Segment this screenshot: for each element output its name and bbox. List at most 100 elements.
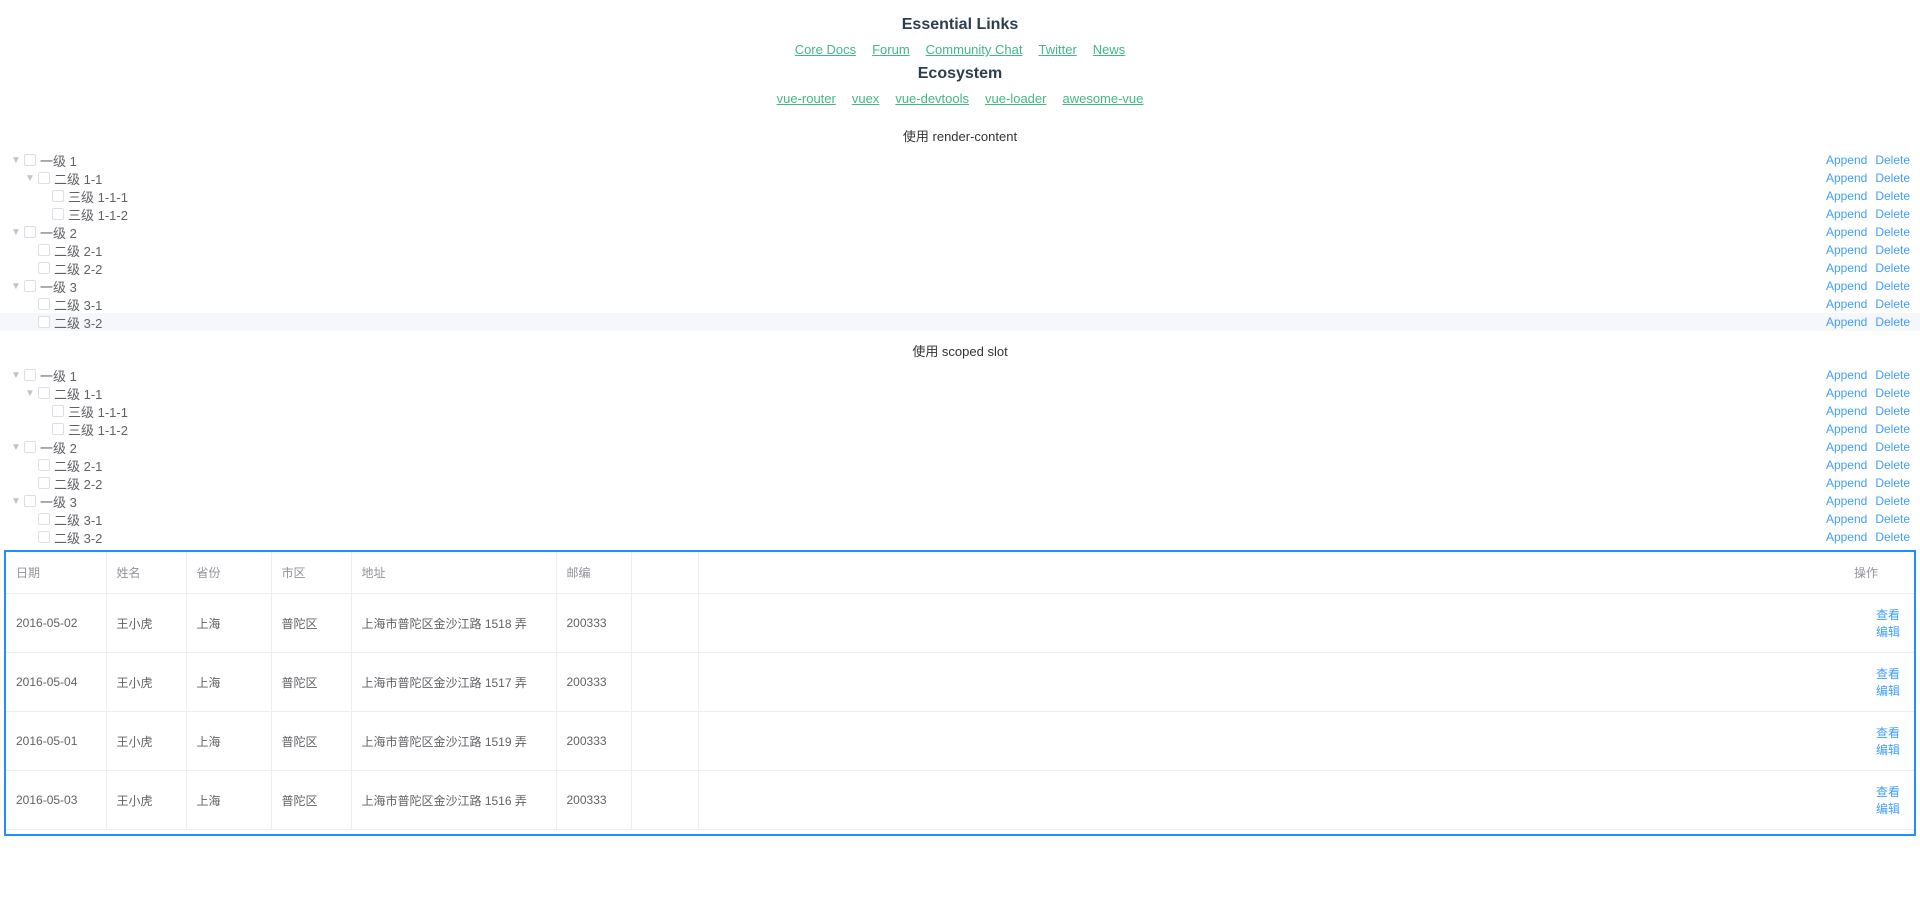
append-button[interactable]: Append [1826,243,1867,257]
tree-node[interactable]: ▼一级 1AppendDelete [0,151,1920,169]
nav-link[interactable]: awesome-vue [1062,91,1143,106]
caret-down-icon[interactable]: ▼ [10,441,22,453]
delete-button[interactable]: Delete [1875,530,1910,544]
tree-node[interactable]: 三级 1-1-2AppendDelete [0,420,1920,438]
tree-node[interactable]: 二级 2-2AppendDelete [0,474,1920,492]
append-button[interactable]: Append [1826,279,1867,293]
delete-button[interactable]: Delete [1875,422,1910,436]
delete-button[interactable]: Delete [1875,386,1910,400]
tree-node[interactable]: ▼一级 1AppendDelete [0,366,1920,384]
delete-button[interactable]: Delete [1875,458,1910,472]
nav-link[interactable]: Core Docs [795,42,856,57]
tree-checkbox[interactable] [24,154,36,166]
append-button[interactable]: Append [1826,458,1867,472]
delete-button[interactable]: Delete [1875,512,1910,526]
edit-button[interactable]: 编辑 [1876,802,1900,816]
nav-link[interactable]: vue-router [777,91,836,106]
tree-node[interactable]: 二级 3-2AppendDelete [0,528,1920,546]
caret-down-icon[interactable]: ▼ [24,387,36,399]
tree-checkbox[interactable] [38,298,50,310]
tree-node[interactable]: ▼一级 2AppendDelete [0,438,1920,456]
caret-down-icon[interactable]: ▼ [10,495,22,507]
tree-checkbox[interactable] [24,369,36,381]
delete-button[interactable]: Delete [1875,153,1910,167]
delete-button[interactable]: Delete [1875,225,1910,239]
append-button[interactable]: Append [1826,440,1867,454]
view-button[interactable]: 查看 [1876,726,1900,740]
nav-link[interactable]: Community Chat [926,42,1023,57]
delete-button[interactable]: Delete [1875,404,1910,418]
tree-checkbox[interactable] [38,513,50,525]
tree-checkbox[interactable] [38,316,50,328]
tree-checkbox[interactable] [38,531,50,543]
view-button[interactable]: 查看 [1876,608,1900,622]
caret-down-icon[interactable]: ▼ [24,172,36,184]
tree-checkbox[interactable] [38,262,50,274]
tree-node[interactable]: 二级 3-1AppendDelete [0,295,1920,313]
tree-checkbox[interactable] [52,208,64,220]
nav-link[interactable]: Twitter [1038,42,1076,57]
tree-checkbox[interactable] [52,423,64,435]
tree-checkbox[interactable] [38,477,50,489]
tree-node[interactable]: 二级 2-1AppendDelete [0,241,1920,259]
caret-down-icon[interactable]: ▼ [10,154,22,166]
delete-button[interactable]: Delete [1875,368,1910,382]
append-button[interactable]: Append [1826,207,1867,221]
append-button[interactable]: Append [1826,261,1867,275]
tree-checkbox[interactable] [24,441,36,453]
delete-button[interactable]: Delete [1875,279,1910,293]
tree-checkbox[interactable] [24,495,36,507]
append-button[interactable]: Append [1826,189,1867,203]
tree-checkbox[interactable] [24,280,36,292]
tree-node[interactable]: 三级 1-1-1AppendDelete [0,402,1920,420]
append-button[interactable]: Append [1826,494,1867,508]
tree-checkbox[interactable] [38,172,50,184]
delete-button[interactable]: Delete [1875,243,1910,257]
tree-node[interactable]: ▼二级 1-1AppendDelete [0,169,1920,187]
tree-node[interactable]: 二级 2-2AppendDelete [0,259,1920,277]
append-button[interactable]: Append [1826,512,1867,526]
tree-checkbox[interactable] [52,190,64,202]
nav-link[interactable]: News [1093,42,1126,57]
nav-link[interactable]: vuex [852,91,879,106]
delete-button[interactable]: Delete [1875,261,1910,275]
delete-button[interactable]: Delete [1875,315,1910,329]
tree-checkbox[interactable] [38,244,50,256]
append-button[interactable]: Append [1826,315,1867,329]
edit-button[interactable]: 编辑 [1876,743,1900,757]
nav-link[interactable]: vue-loader [985,91,1046,106]
tree-node[interactable]: 二级 3-2AppendDelete [0,313,1920,331]
nav-link[interactable]: Forum [872,42,910,57]
tree-checkbox[interactable] [24,226,36,238]
delete-button[interactable]: Delete [1875,297,1910,311]
append-button[interactable]: Append [1826,530,1867,544]
append-button[interactable]: Append [1826,422,1867,436]
edit-button[interactable]: 编辑 [1876,625,1900,639]
view-button[interactable]: 查看 [1876,785,1900,799]
delete-button[interactable]: Delete [1875,207,1910,221]
nav-link[interactable]: vue-devtools [895,91,969,106]
tree-node[interactable]: 二级 3-1AppendDelete [0,510,1920,528]
delete-button[interactable]: Delete [1875,494,1910,508]
append-button[interactable]: Append [1826,386,1867,400]
append-button[interactable]: Append [1826,368,1867,382]
append-button[interactable]: Append [1826,297,1867,311]
caret-down-icon[interactable]: ▼ [10,280,22,292]
edit-button[interactable]: 编辑 [1876,684,1900,698]
append-button[interactable]: Append [1826,225,1867,239]
tree-node[interactable]: ▼一级 3AppendDelete [0,492,1920,510]
append-button[interactable]: Append [1826,171,1867,185]
tree-checkbox[interactable] [52,405,64,417]
tree-node[interactable]: ▼一级 2AppendDelete [0,223,1920,241]
append-button[interactable]: Append [1826,476,1867,490]
delete-button[interactable]: Delete [1875,476,1910,490]
tree-checkbox[interactable] [38,459,50,471]
append-button[interactable]: Append [1826,153,1867,167]
tree-node[interactable]: 三级 1-1-1AppendDelete [0,187,1920,205]
delete-button[interactable]: Delete [1875,171,1910,185]
tree-checkbox[interactable] [38,387,50,399]
caret-down-icon[interactable]: ▼ [10,226,22,238]
tree-node[interactable]: 三级 1-1-2AppendDelete [0,205,1920,223]
append-button[interactable]: Append [1826,404,1867,418]
tree-node[interactable]: 二级 2-1AppendDelete [0,456,1920,474]
